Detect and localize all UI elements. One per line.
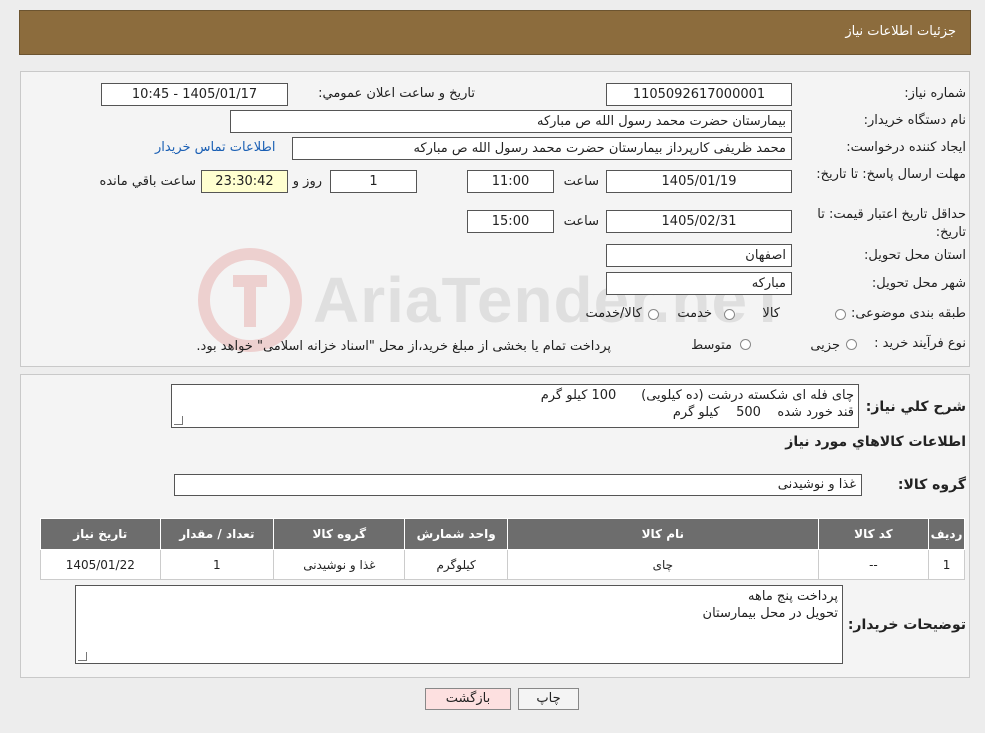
category-label: طبقه بندی موضوعی:: [850, 306, 966, 321]
back-button[interactable]: بازگشت: [425, 688, 511, 710]
category-option-service: خدمت: [677, 306, 712, 321]
goods-table-header: رديف کد کالا نام کالا واحد شمارش گروه کا…: [40, 518, 965, 550]
city-field: مبارکه: [606, 272, 792, 295]
print-button[interactable]: چاپ: [518, 688, 579, 710]
validity-date-field: 1405/02/31: [606, 210, 792, 233]
cell-need-date: 1405/01/22: [40, 549, 161, 580]
goods-group-label: گروه کالا:: [897, 477, 966, 493]
process-radio-medium[interactable]: [740, 339, 751, 350]
need-number-label: شماره نیاز:: [904, 86, 966, 101]
category-option-goods-service: کالا/خدمت: [585, 306, 642, 321]
buyer-notes-textarea[interactable]: پرداخت پنج ماهه تحویل در محل بیمارستان: [75, 585, 843, 664]
requester-label: ایجاد کننده درخواست:: [846, 140, 966, 155]
col-row-number: رديف: [928, 518, 965, 550]
days-field: 1: [330, 170, 417, 193]
summary-textarea[interactable]: چای فله ای شکسته درشت (ده کیلویی) 100 کی…: [171, 384, 859, 428]
category-option-goods: کالا: [762, 306, 780, 321]
col-item-name: نام کالا: [506, 518, 819, 550]
province-field: اصفهان: [606, 244, 792, 267]
cell-unit: کیلوگرم: [404, 549, 508, 580]
summary-line-2: قند خورد شده 500 کیلو گرم: [672, 405, 854, 420]
category-radio-goods[interactable]: [835, 309, 846, 320]
process-option-minor: جزیی: [810, 338, 840, 353]
process-option-medium: متوسط: [691, 338, 732, 353]
buyer-org-label: نام دستگاه خريدار:: [863, 113, 966, 128]
days-label: روز و: [292, 174, 322, 189]
col-need-date: تاریخ نیاز: [40, 518, 161, 550]
validity-time-field: 15:00: [467, 210, 554, 233]
page-header: جزئیات اطلاعات نیاز: [19, 10, 971, 55]
cell-row-number: 1: [928, 549, 965, 580]
col-item-code: کد کالا: [817, 518, 930, 550]
resize-grip-icon[interactable]: [78, 652, 87, 661]
buyer-notes-label: توضیحات خريدار:: [847, 617, 966, 633]
buyer-org-field: بیمارستان حضرت محمد رسول الله ص مبارکه: [230, 110, 792, 133]
category-radio-service[interactable]: [724, 309, 735, 320]
buyer-notes-line-1: پرداخت پنج ماهه: [748, 589, 838, 604]
province-label: استان محل تحویل:: [864, 248, 966, 263]
buyer-contact-link[interactable]: اطلاعات تماس خريدار: [155, 140, 275, 155]
goods-table: رديف کد کالا نام کالا واحد شمارش گروه کا…: [40, 518, 965, 580]
summary-line-1: چای فله ای شکسته درشت (ده کیلویی) 100 کی…: [540, 388, 854, 403]
summary-label: شرح کلي نياز:: [865, 399, 966, 415]
process-radio-minor[interactable]: [846, 339, 857, 350]
city-label: شهر محل تحویل:: [871, 276, 966, 291]
category-radio-goods-service[interactable]: [648, 309, 659, 320]
deadline-label: مهلت ارسال پاسخ: تا تاریخ:: [816, 167, 966, 182]
min-validity-label: حداقل تاریخ اعتبار قیمت: تا تاریخ:: [817, 207, 966, 240]
col-quantity: تعداد / مقدار: [159, 518, 275, 550]
col-unit: واحد شمارش: [404, 518, 508, 550]
cell-item-name: چای: [506, 549, 819, 580]
remaining-label: ساعت باقي مانده: [99, 174, 196, 189]
validity-time-label: ساعت: [563, 214, 599, 229]
deadline-time-field: 11:00: [467, 170, 554, 193]
announce-field: 1405/01/17 - 10:45: [101, 83, 288, 106]
cell-quantity: 1: [159, 549, 275, 580]
cell-group: غذا و نوشیدنی: [273, 549, 406, 580]
page-title: جزئیات اطلاعات نیاز: [845, 24, 956, 39]
buyer-notes-line-2: تحویل در محل بیمارستان: [702, 606, 838, 621]
remaining-time-field: 23:30:42: [201, 170, 288, 193]
goods-group-field: غذا و نوشیدنی: [174, 474, 862, 496]
process-label: نوع فرآیند خرید :: [874, 336, 966, 351]
requester-field: محمد ظریفی کارپرداز بیمارستان حضرت محمد …: [292, 137, 792, 160]
process-note: پرداخت تمام یا بخشی از مبلغ خرید،از محل …: [196, 339, 611, 354]
announce-label: تاریخ و ساعت اعلان عمومي:: [318, 86, 475, 101]
table-row: 1 -- چای کیلوگرم غذا و نوشیدنی 1 1405/01…: [40, 549, 965, 580]
goods-section-title: اطلاعات کالاهاي مورد نياز: [785, 434, 966, 450]
cell-item-code: --: [817, 549, 930, 580]
deadline-date-field: 1405/01/19: [606, 170, 792, 193]
resize-grip-icon[interactable]: [174, 416, 183, 425]
need-number-field: 1105092617000001: [606, 83, 792, 106]
col-group: گروه کالا: [273, 518, 406, 550]
deadline-time-label: ساعت: [563, 174, 599, 189]
